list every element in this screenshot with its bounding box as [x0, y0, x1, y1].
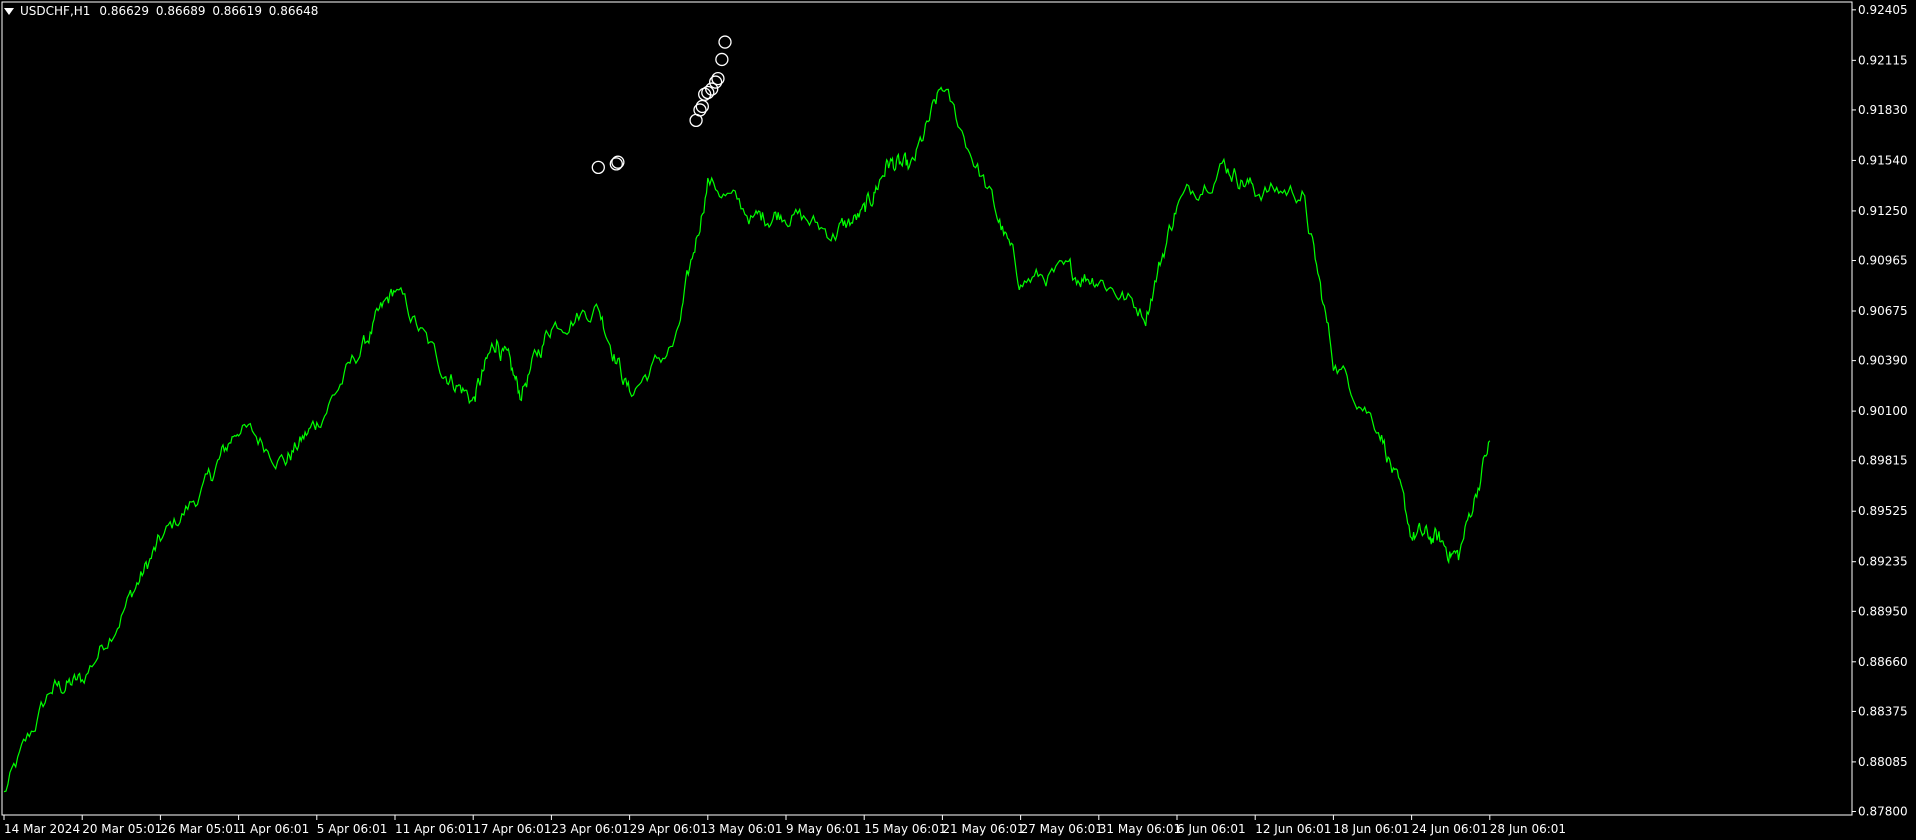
y-tick-label: 0.91250	[1858, 204, 1908, 218]
y-tick-label: 0.90390	[1858, 354, 1908, 368]
y-tick-label: 0.89815	[1858, 454, 1908, 468]
x-tick-label: 31 May 06:01	[1099, 822, 1181, 836]
open-value: 0.86629	[99, 4, 150, 18]
x-tick-label: 9 May 06:01	[786, 822, 861, 836]
y-tick-label: 0.90965	[1858, 254, 1908, 268]
x-tick-label: 3 May 06:01	[708, 822, 783, 836]
symbol-label: USDCHF,H1	[20, 4, 91, 18]
y-tick-label: 0.91540	[1858, 153, 1908, 167]
y-tick-label: 0.88950	[1858, 604, 1908, 618]
x-tick-label: 1 Apr 06:01	[239, 822, 310, 836]
x-tick-label: 11 Apr 06:01	[395, 822, 473, 836]
y-tick-label: 0.91830	[1858, 103, 1908, 117]
y-tick-label: 0.87800	[1858, 805, 1908, 819]
price-chart[interactable]: 0.92405 0.92115 0.91830 0.91540 0.91250 0.909…	[0, 0, 1916, 840]
x-tick-label: 17 Apr 06:01	[473, 822, 551, 836]
ohlc-readout: 0.86629 0.86689 0.86619 0.86648	[96, 4, 318, 18]
y-tick-label: 0.88660	[1858, 655, 1908, 669]
chevron-down-icon[interactable]	[4, 8, 14, 15]
low-value: 0.86619	[212, 4, 262, 18]
x-tick-label: 27 May 06:01	[1021, 822, 1103, 836]
y-tick-label: 0.90100	[1858, 404, 1908, 418]
x-tick-label: 29 Apr 06:01	[630, 822, 708, 836]
x-tick-label: 28 Jun 06:01	[1490, 822, 1566, 836]
y-tick-label: 0.89525	[1858, 504, 1908, 518]
y-tick-label: 0.88375	[1858, 704, 1908, 718]
y-tick-label: 0.92405	[1858, 3, 1908, 17]
x-tick-label: 26 Mar 05:01	[160, 822, 240, 836]
x-tick-label: 6 Jun 06:01	[1177, 822, 1246, 836]
x-tick-label: 14 Mar 2024	[4, 822, 80, 836]
x-tick-label: 18 Jun 06:01	[1333, 822, 1409, 836]
x-tick-label: 5 Apr 06:01	[317, 822, 388, 836]
chart-title-bar: USDCHF,H1 0.86629 0.86689 0.86619 0.8664…	[4, 4, 318, 18]
y-tick-label: 0.90675	[1858, 304, 1908, 318]
x-tick-label: 15 May 06:01	[864, 822, 946, 836]
x-tick-label: 24 Jun 06:01	[1412, 822, 1488, 836]
x-tick-label: 21 May 06:01	[942, 822, 1024, 836]
y-tick-label: 0.89235	[1858, 555, 1908, 569]
y-tick-label: 0.92115	[1858, 53, 1908, 67]
x-tick-label: 23 Apr 06:01	[551, 822, 629, 836]
close-value: 0.86648	[268, 4, 319, 18]
high-value: 0.86689	[155, 4, 206, 18]
y-tick-label: 0.88085	[1858, 755, 1908, 769]
x-tick-label: 12 Jun 06:01	[1255, 822, 1331, 836]
x-tick-label: 20 Mar 05:01	[82, 822, 162, 836]
